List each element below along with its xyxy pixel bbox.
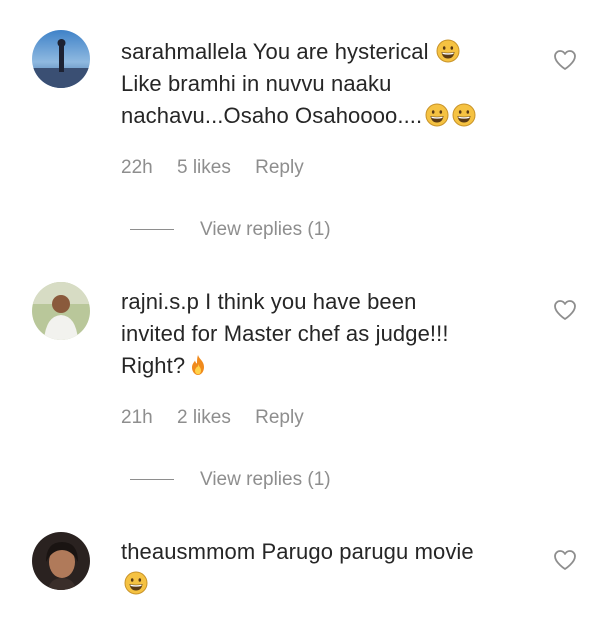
comment-meta: 21h 2 likes Reply [121, 407, 323, 429]
username[interactable]: theausmmom [121, 539, 255, 564]
divider [130, 479, 174, 481]
comment-text: rajni.s.p I think you have been invited … [121, 286, 531, 382]
grinning-face-icon [436, 39, 460, 63]
username[interactable]: sarahmallela [121, 39, 247, 64]
heart-outline-icon[interactable] [553, 549, 577, 571]
username[interactable]: rajni.s.p [121, 289, 199, 314]
grinning-face-icon [425, 103, 449, 127]
comment-line: Right? [121, 353, 186, 378]
heart-outline-icon[interactable] [553, 49, 577, 71]
divider [130, 229, 174, 231]
fire-icon [192, 355, 205, 375]
comment-meta: 22h 5 likes Reply [121, 157, 323, 179]
avatar[interactable] [32, 282, 90, 340]
avatar[interactable] [32, 532, 90, 590]
comment-line: You are hysterical [252, 39, 429, 64]
grinning-face-icon [452, 103, 476, 127]
heart-outline-icon[interactable] [553, 299, 577, 321]
comment-line: Parugo parugu movie [261, 539, 474, 564]
view-replies-label: View replies (1) [200, 469, 331, 490]
comment-line: invited for Master chef as judge!!! [121, 321, 449, 346]
comment-text: theausmmom Parugo parugu movie [121, 536, 531, 600]
avatar[interactable] [32, 30, 90, 88]
comment-line: I think you have been [205, 289, 417, 314]
view-replies-button[interactable]: View replies (1) [130, 219, 331, 241]
grinning-face-icon [124, 571, 148, 595]
comment-line: nachavu...Osaho Osahoooo.... [121, 103, 423, 128]
view-replies-button[interactable]: View replies (1) [130, 469, 331, 491]
likes-count[interactable]: 2 likes [177, 407, 231, 428]
timestamp: 22h [121, 157, 153, 178]
reply-button[interactable]: Reply [255, 407, 304, 428]
comment-line: Like bramhi in nuvvu naaku [121, 71, 392, 96]
reply-button[interactable]: Reply [255, 157, 304, 178]
timestamp: 21h [121, 407, 153, 428]
comment-text: sarahmallela You are hysterical Like bra… [121, 36, 531, 132]
likes-count[interactable]: 5 likes [177, 157, 231, 178]
view-replies-label: View replies (1) [200, 219, 331, 240]
